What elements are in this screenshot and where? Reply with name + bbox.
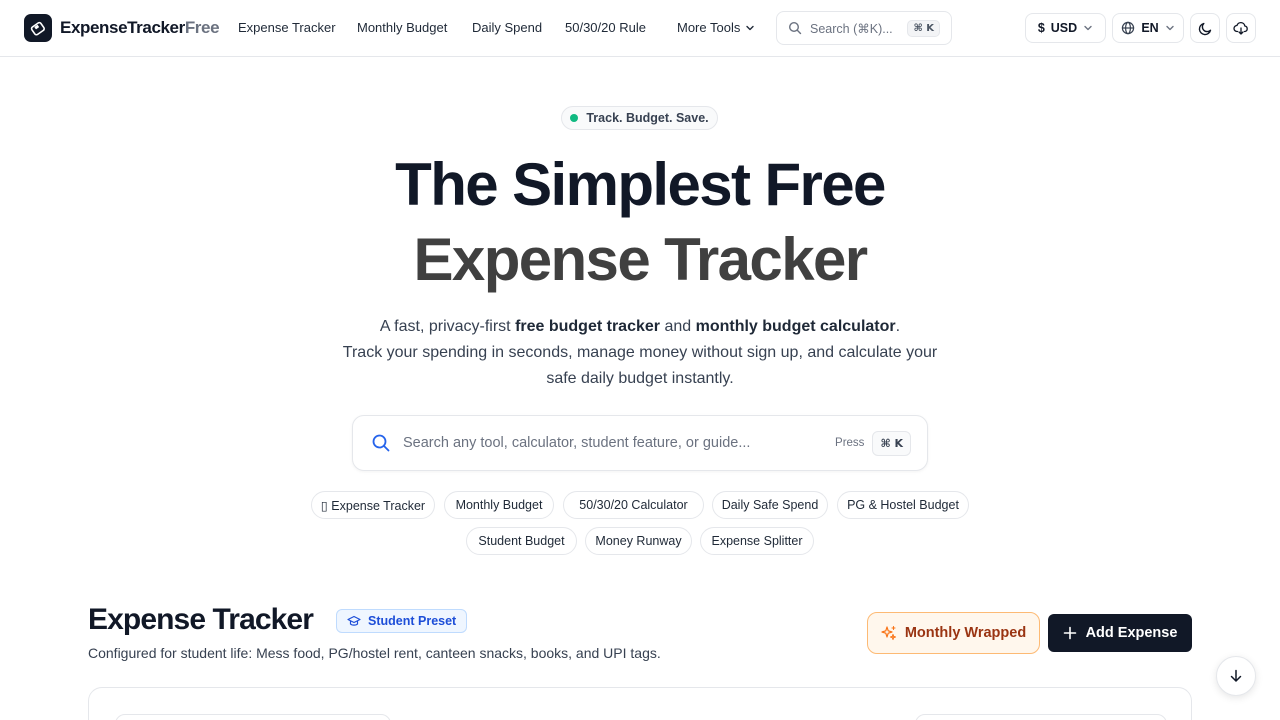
chip-50-30-20-calculator[interactable]: 50/30/20 Calculator <box>563 491 704 519</box>
chip-monthly-budget[interactable]: Monthly Budget <box>444 491 554 519</box>
hero-subtitle: A fast, privacy-first free budget tracke… <box>342 318 938 387</box>
monthly-wrapped-button[interactable]: Monthly Wrapped <box>867 612 1040 654</box>
moon-icon <box>1198 22 1211 35</box>
top-navbar: ExpenseTrackerFree Expense Tracker Month… <box>0 0 1280 57</box>
nav-link-daily-spend[interactable]: Daily Spend <box>472 20 542 35</box>
tagline-text: Track. Budget. Save. <box>586 111 709 125</box>
chip-pg-hostel-budget[interactable]: PG & Hostel Budget <box>837 491 969 519</box>
search-icon <box>372 434 390 452</box>
search-icon <box>788 21 802 35</box>
tagline-badge: Track. Budget. Save. <box>561 106 718 130</box>
hero-search-shortcut: ⌘ K <box>872 430 911 456</box>
section-description: Configured for student life: Mess food, … <box>88 645 661 661</box>
card-right-control[interactable] <box>915 714 1167 720</box>
plus-icon <box>1063 626 1076 640</box>
cloud-download-button[interactable] <box>1226 13 1256 43</box>
nav-link-expense-tracker[interactable]: Expense Tracker <box>238 20 336 35</box>
hero-search-placeholder: Search any tool, calculator, student fea… <box>403 435 751 451</box>
hero-title-line2: Expense Tracker <box>413 226 869 293</box>
add-expense-button[interactable]: Add Expense <box>1048 614 1192 652</box>
chip-expense-splitter[interactable]: Expense Splitter <box>700 527 814 555</box>
currency-selector[interactable]: $ USD <box>1025 13 1106 43</box>
student-preset-badge: Student Preset <box>336 609 468 633</box>
cloud-download-icon <box>1233 21 1248 35</box>
theme-toggle-button[interactable] <box>1190 13 1220 43</box>
card-left-control[interactable] <box>115 714 391 720</box>
chip-money-runway[interactable]: Money Runway <box>585 527 692 555</box>
status-dot-icon <box>570 114 579 122</box>
graduation-cap-icon <box>347 615 361 626</box>
expense-tracker-card <box>88 687 1192 720</box>
nav-link-50-30-20[interactable]: 50/30/20 Rule <box>565 20 646 35</box>
hero-search-press-label: Press <box>835 437 865 449</box>
more-tools-dropdown[interactable]: More Tools <box>677 20 755 35</box>
globe-icon <box>1122 21 1135 35</box>
logo[interactable]: ExpenseTrackerFree <box>24 14 220 42</box>
add-expense-label: Add Expense <box>1085 625 1178 641</box>
language-selector[interactable]: EN <box>1112 13 1184 43</box>
nav-search-placeholder: Search (⌘K)... <box>810 21 893 36</box>
chevron-down-icon <box>1165 25 1174 31</box>
language-label: EN <box>1141 21 1159 35</box>
currency-symbol: $ <box>1037 21 1045 35</box>
logo-icon <box>24 14 52 42</box>
currency-label: USD <box>1050 21 1078 35</box>
chevron-down-icon <box>746 25 755 30</box>
chip-expense-tracker[interactable]: ▯ Expense Tracker <box>311 491 435 519</box>
nav-search-shortcut: ⌘ K <box>907 19 940 37</box>
chip-daily-safe-spend[interactable]: Daily Safe Spend <box>712 491 828 519</box>
nav-search-input[interactable]: Search (⌘K)... ⌘ K <box>776 11 952 45</box>
scroll-down-button[interactable] <box>1216 656 1256 696</box>
logo-text: ExpenseTrackerFree <box>60 18 220 37</box>
student-preset-label: Student Preset <box>368 614 457 628</box>
sparkles-icon <box>881 625 896 641</box>
arrow-down-icon <box>1230 669 1242 682</box>
section-title: Expense Tracker <box>88 603 314 636</box>
hero-title-line1: The Simplest Free <box>395 151 886 218</box>
more-tools-label: More Tools <box>677 20 741 35</box>
nav-link-monthly-budget[interactable]: Monthly Budget <box>357 20 447 35</box>
hero-search-input[interactable]: Search any tool, calculator, student fea… <box>352 415 928 471</box>
monthly-wrapped-label: Monthly Wrapped <box>904 625 1027 641</box>
chip-student-budget[interactable]: Student Budget <box>466 527 577 555</box>
chevron-down-icon <box>1084 25 1092 31</box>
